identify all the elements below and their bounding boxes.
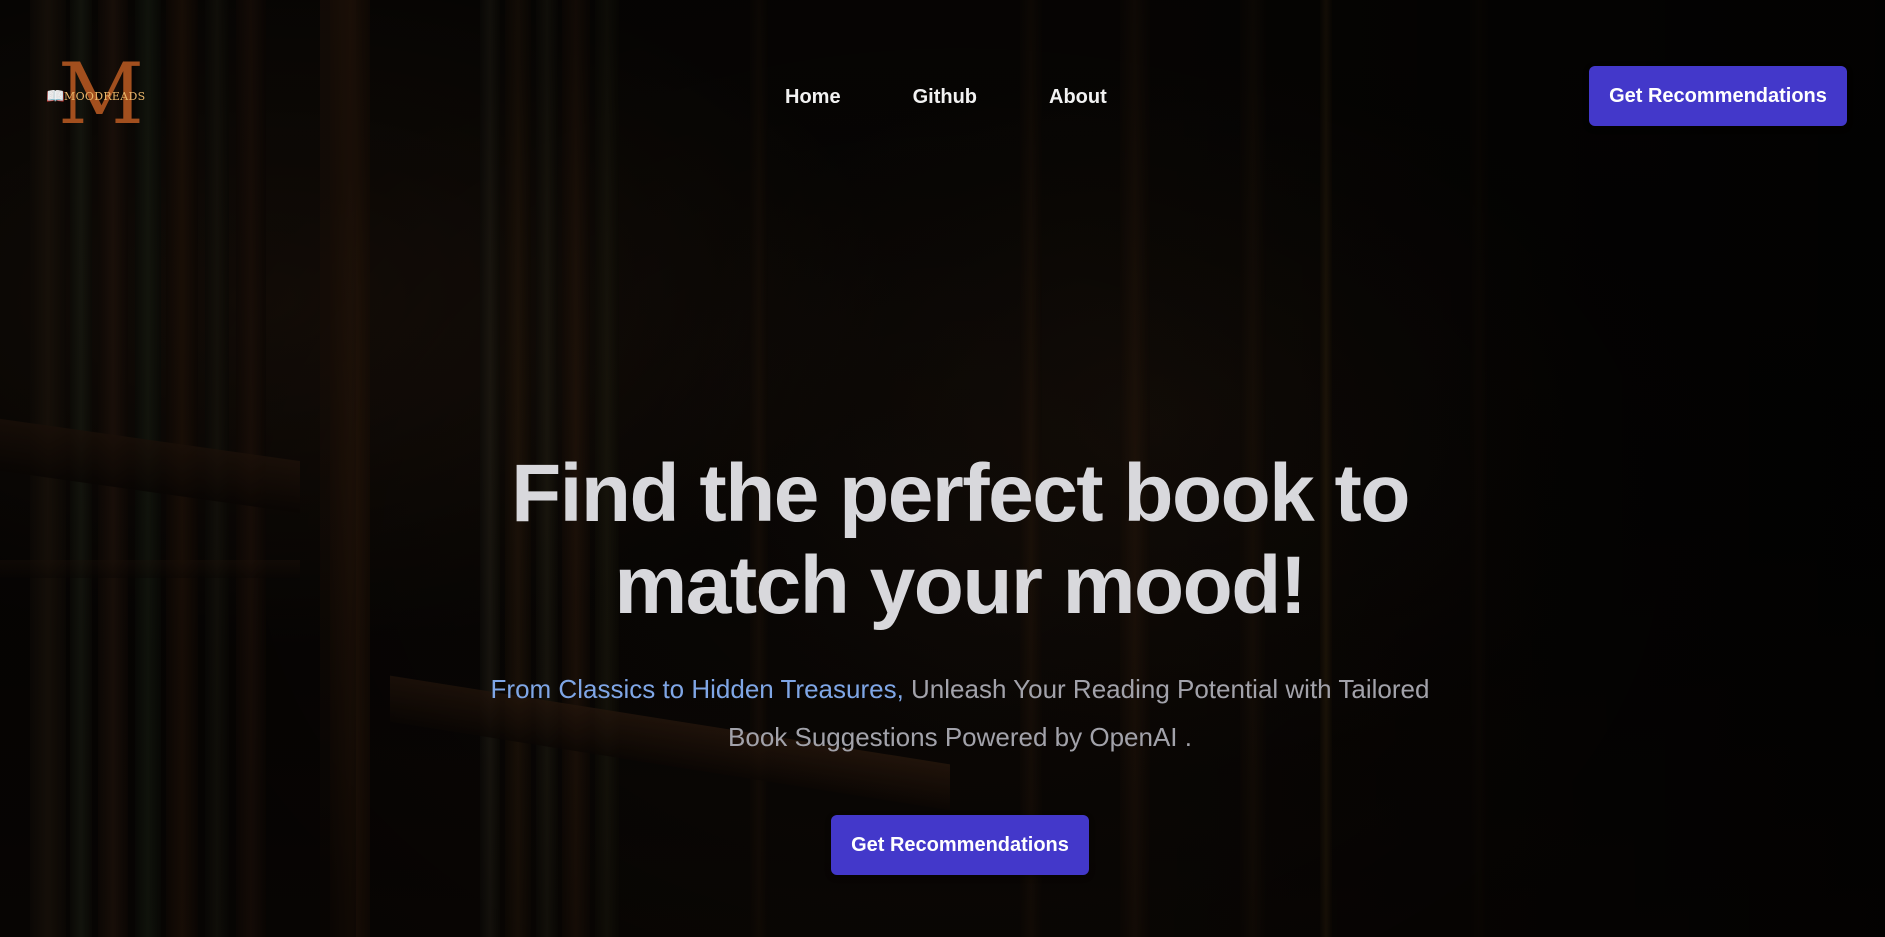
hero-title-line-1: Find the perfect book to: [511, 448, 1410, 539]
landing-page: M 📖 MOODREADS Home Github About Get Reco…: [0, 0, 1885, 937]
hero-subtitle-text-2: Book Suggestions Powered by OpenAI .: [728, 722, 1192, 752]
header-get-recommendations-button[interactable]: Get Recommendations: [1589, 66, 1847, 126]
logo-wordmark: MOODREADS: [64, 90, 146, 103]
main-nav: Home Github About: [785, 84, 1179, 110]
hero-title: Find the perfect book to match your mood…: [420, 448, 1500, 632]
open-book-icon: 📖: [46, 87, 65, 105]
nav-home-link[interactable]: Home: [785, 84, 841, 110]
brand-logo[interactable]: M 📖 MOODREADS: [46, 52, 172, 136]
hero-subtitle-highlight: From Classics to Hidden Treasures,: [490, 674, 904, 704]
nav-about-link[interactable]: About: [1049, 84, 1107, 110]
nav-github-link[interactable]: Github: [913, 84, 977, 110]
hero-subtitle-text-1: Unleash Your Reading Potential with Tail…: [903, 674, 1430, 704]
hero-title-line-2: match your mood!: [614, 540, 1307, 631]
hero-get-recommendations-button[interactable]: Get Recommendations: [831, 815, 1089, 875]
hero-subtitle: From Classics to Hidden Treasures, Unlea…: [460, 665, 1460, 761]
